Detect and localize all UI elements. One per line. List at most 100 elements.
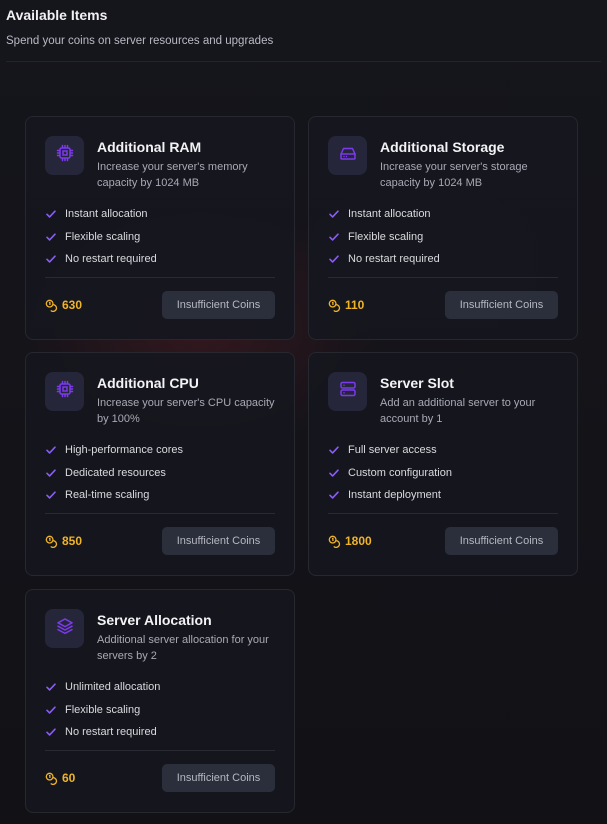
header-divider — [6, 61, 601, 62]
feature-label: Instant deployment — [348, 489, 441, 502]
item-icon-box — [328, 372, 367, 411]
feature-item: Real-time scaling — [45, 484, 183, 507]
check-icon — [329, 233, 339, 241]
feature-list: Unlimited allocation Flexible scaling No… — [45, 676, 160, 744]
check-icon — [329, 469, 339, 477]
price-value: 630 — [62, 298, 83, 312]
feature-item: Flexible scaling — [328, 226, 440, 249]
item-description: Add an additional server to your account… — [380, 397, 536, 425]
coins-icon — [45, 772, 58, 785]
item-price: 850 — [45, 534, 82, 548]
feature-list: Instant allocation Flexible scaling No r… — [45, 203, 157, 271]
feature-label: Instant allocation — [348, 208, 431, 221]
check-icon — [46, 469, 56, 477]
insufficient-coins-button[interactable]: Insufficient Coins — [445, 291, 558, 319]
item-description: Increase your server's memory capacity b… — [97, 161, 248, 189]
check-icon — [46, 446, 56, 454]
price-value: 110 — [345, 298, 365, 312]
check-icon — [46, 255, 56, 263]
item-card-server-allocation: Server Allocation Additional server allo… — [25, 589, 295, 813]
page-subtitle: Spend your coins on server resources and… — [6, 35, 274, 47]
item-price: 60 — [45, 771, 75, 785]
feature-label: No restart required — [65, 253, 157, 266]
item-description: Additional server allocation for your se… — [97, 634, 269, 662]
item-card-additional-ram: Additional RAM Increase your server's me… — [25, 116, 295, 340]
insufficient-coins-button[interactable]: Insufficient Coins — [162, 291, 275, 319]
price-value: 1800 — [345, 534, 372, 548]
feature-label: Flexible scaling — [348, 230, 424, 243]
price-value: 850 — [62, 534, 83, 548]
server-icon — [338, 379, 358, 404]
feature-label: No restart required — [348, 253, 440, 266]
item-name: Additional Storage — [380, 139, 505, 155]
item-name: Additional CPU — [97, 375, 199, 391]
feature-item: Flexible scaling — [45, 226, 157, 249]
item-price: 110 — [328, 298, 364, 312]
item-price: 630 — [45, 298, 82, 312]
feature-item: Custom configuration — [328, 462, 452, 485]
item-icon-box — [45, 372, 84, 411]
feature-item: Instant deployment — [328, 484, 452, 507]
feature-item: No restart required — [45, 248, 157, 271]
coins-icon — [45, 535, 58, 548]
price-value: 60 — [62, 771, 76, 785]
check-icon — [329, 491, 339, 499]
coins-icon — [45, 299, 58, 312]
item-name: Additional RAM — [97, 139, 202, 155]
insufficient-coins-button[interactable]: Insufficient Coins — [162, 527, 275, 555]
check-icon — [46, 210, 56, 218]
check-icon — [329, 255, 339, 263]
feature-item: Instant allocation — [328, 203, 440, 226]
item-card-additional-cpu: Additional CPU Increase your server's CP… — [25, 352, 295, 576]
feature-item: Unlimited allocation — [45, 676, 160, 699]
card-divider — [45, 513, 275, 514]
feature-list: High-performance cores Dedicated resourc… — [45, 439, 183, 507]
card-divider — [328, 277, 558, 278]
page-header: Available Items Spend your coins on serv… — [6, 6, 601, 49]
item-card-additional-storage: Additional Storage Increase your server'… — [308, 116, 578, 340]
coins-icon — [328, 535, 341, 548]
item-name: Server Allocation — [97, 612, 212, 628]
feature-label: No restart required — [65, 726, 157, 739]
feature-item: No restart required — [45, 721, 160, 744]
check-icon — [46, 706, 56, 714]
check-icon — [329, 446, 339, 454]
item-icon-box — [328, 136, 367, 175]
check-icon — [46, 728, 56, 736]
feature-label: Flexible scaling — [65, 703, 141, 716]
feature-item: Flexible scaling — [45, 699, 160, 722]
page-title: Available Items — [6, 7, 108, 23]
card-divider — [45, 750, 275, 751]
feature-label: High-performance cores — [65, 444, 183, 457]
item-description: Increase your server's storage capacity … — [380, 161, 528, 189]
item-price: 1800 — [328, 534, 372, 548]
feature-label: Custom configuration — [348, 466, 452, 479]
feature-label: Unlimited allocation — [65, 681, 161, 694]
feature-item: High-performance cores — [45, 439, 183, 462]
item-card-server-slot: Server Slot Add an additional server to … — [308, 352, 578, 576]
feature-label: Instant allocation — [65, 208, 148, 221]
insufficient-coins-button[interactable]: Insufficient Coins — [445, 527, 558, 555]
card-divider — [45, 277, 275, 278]
card-divider — [328, 513, 558, 514]
check-icon — [46, 233, 56, 241]
feature-item: Dedicated resources — [45, 462, 183, 485]
feature-item: Full server access — [328, 439, 452, 462]
storage-drive-icon — [338, 143, 358, 168]
feature-list: Full server access Custom configuration … — [328, 439, 452, 507]
feature-label: Real-time scaling — [65, 489, 150, 502]
feature-label: Dedicated resources — [65, 466, 166, 479]
coins-icon — [328, 299, 341, 312]
item-icon-box — [45, 609, 84, 648]
feature-label: Full server access — [348, 444, 437, 457]
check-icon — [46, 491, 56, 499]
store-page: Available Items Spend your coins on serv… — [0, 0, 607, 824]
item-name: Server Slot — [380, 375, 454, 391]
check-icon — [329, 210, 339, 218]
feature-list: Instant allocation Flexible scaling No r… — [328, 203, 440, 271]
cpu-chip-icon — [55, 379, 75, 404]
feature-item: No restart required — [328, 248, 440, 271]
insufficient-coins-button[interactable]: Insufficient Coins — [162, 764, 275, 792]
item-icon-box — [45, 136, 84, 175]
check-icon — [46, 683, 56, 691]
